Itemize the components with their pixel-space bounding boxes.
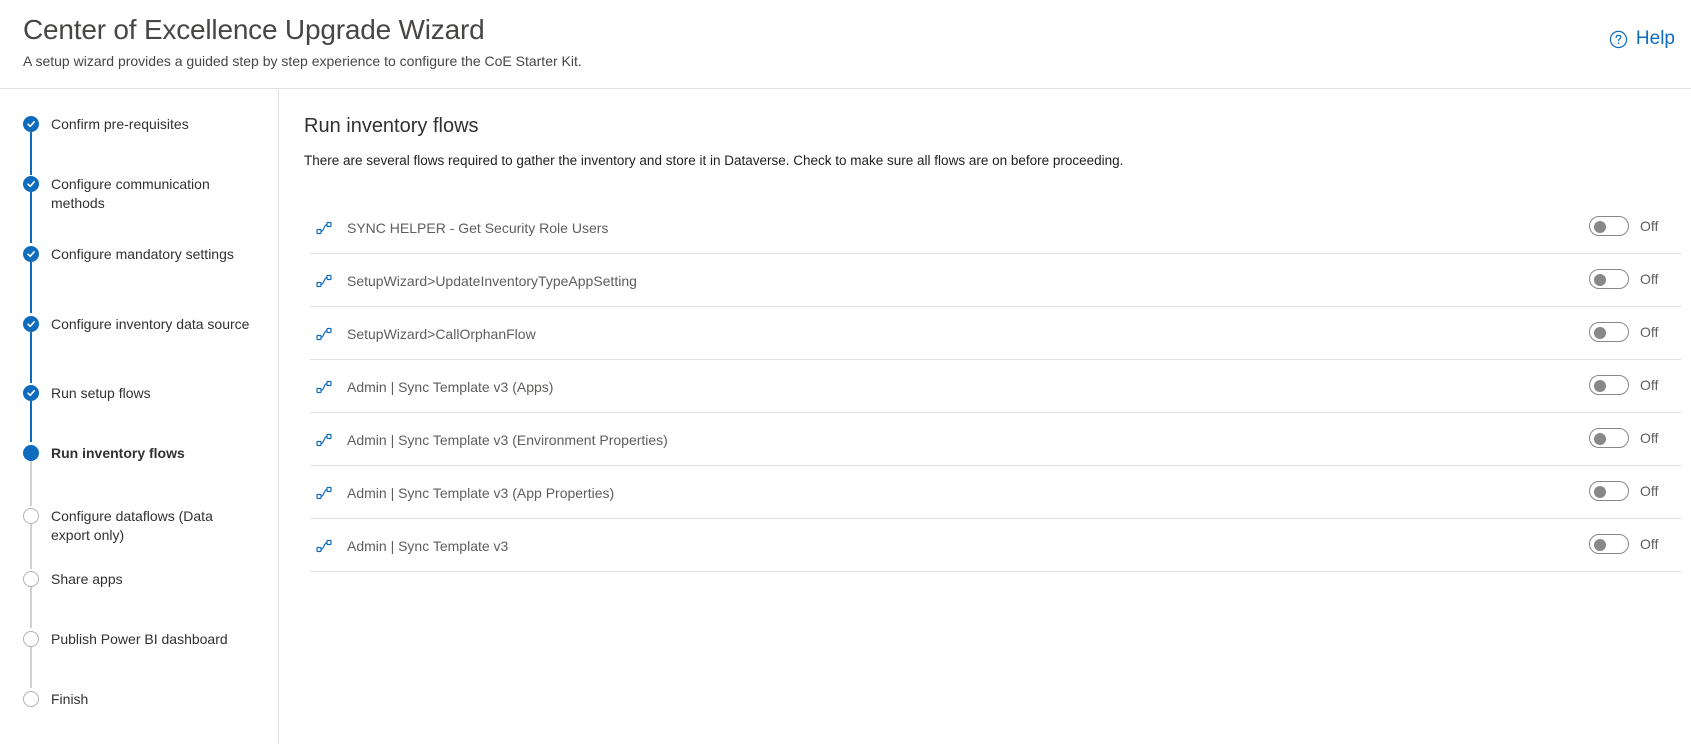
step-connector xyxy=(30,647,32,688)
flow-name: SYNC HELPER - Get Security Role Users xyxy=(347,220,609,236)
page-title: Run inventory flows xyxy=(304,115,479,137)
step-connector xyxy=(30,587,32,628)
flow-toggle[interactable] xyxy=(1589,322,1629,342)
toggle-knob xyxy=(1594,327,1606,339)
flow-row: Admin | Sync Template v3 Off xyxy=(310,519,1681,572)
step-done-check-icon xyxy=(23,385,39,401)
step-label: Configure dataflows (Data export only) xyxy=(51,508,213,543)
flow-name: SetupWizard>UpdateInventoryTypeAppSettin… xyxy=(347,273,637,289)
flow-name: SetupWizard>CallOrphanFlow xyxy=(347,326,536,342)
step-label: Confirm pre-requisites xyxy=(51,116,189,132)
toggle-knob xyxy=(1594,274,1606,286)
wizard-steps-sidebar: Confirm pre-requisites Configure communi… xyxy=(0,90,279,744)
flow-row: SetupWizard>UpdateInventoryTypeAppSettin… xyxy=(310,254,1681,307)
step-pending-circle-icon xyxy=(23,631,39,647)
toggle-knob xyxy=(1594,380,1606,392)
step-pending-circle-icon xyxy=(23,508,39,524)
help-circle-icon xyxy=(1609,30,1628,48)
step-pending-circle-icon xyxy=(23,691,39,707)
step-done-check-icon xyxy=(23,246,39,262)
flow-toggle[interactable] xyxy=(1589,216,1629,236)
toggle-state-label: Off xyxy=(1640,218,1659,234)
flow-toggle[interactable] xyxy=(1589,481,1629,501)
step-pending-circle-icon xyxy=(23,571,39,587)
flow-name: Admin | Sync Template v3 xyxy=(347,538,509,554)
toggle-knob xyxy=(1594,221,1606,233)
app-subtitle: A setup wizard provides a guided step by… xyxy=(23,53,582,69)
flow-icon xyxy=(316,433,332,447)
step-done-check-icon xyxy=(23,316,39,332)
flow-toggle[interactable] xyxy=(1589,534,1629,554)
flow-row: SYNC HELPER - Get Security Role Users Of… xyxy=(310,201,1681,254)
page-description: There are several flows required to gath… xyxy=(304,153,1124,168)
step-connector xyxy=(30,332,32,383)
step-label: Publish Power BI dashboard xyxy=(51,631,228,647)
header: Center of Excellence Upgrade Wizard A se… xyxy=(0,0,1691,89)
step-label: Configure mandatory settings xyxy=(51,246,234,262)
toggle-knob xyxy=(1594,433,1606,445)
help-label: Help xyxy=(1635,28,1675,49)
flow-toggle[interactable] xyxy=(1589,428,1629,448)
step-label: Share apps xyxy=(51,571,123,587)
flow-toggle[interactable] xyxy=(1589,269,1629,289)
step-connector xyxy=(30,461,32,506)
step-done-check-icon xyxy=(23,116,39,132)
toggle-state-label: Off xyxy=(1640,536,1659,552)
toggle-knob xyxy=(1594,539,1606,551)
step-label: Finish xyxy=(51,691,89,707)
app-title: Center of Excellence Upgrade Wizard xyxy=(23,14,485,45)
flow-row: Admin | Sync Template v3 (Apps) Off xyxy=(310,360,1681,413)
flow-icon xyxy=(316,380,332,394)
flow-name: Admin | Sync Template v3 (Apps) xyxy=(347,379,554,395)
flow-toggle[interactable] xyxy=(1589,375,1629,395)
flow-row: SetupWizard>CallOrphanFlow Off xyxy=(310,307,1681,360)
step-label: Run inventory flows xyxy=(51,445,185,461)
flow-list: SYNC HELPER - Get Security Role Users Of… xyxy=(310,201,1681,572)
flow-name: Admin | Sync Template v3 (Environment Pr… xyxy=(347,432,668,448)
step-connector xyxy=(30,132,32,175)
main-content: Run inventory flows There are several fl… xyxy=(279,90,1691,744)
step-label: Run setup flows xyxy=(51,385,151,401)
flow-icon xyxy=(316,221,332,235)
step-connector xyxy=(30,401,32,442)
step-connector xyxy=(30,524,32,569)
flow-icon xyxy=(316,486,332,500)
toggle-state-label: Off xyxy=(1640,377,1659,393)
step-label: Configure inventory data source xyxy=(51,316,250,332)
step-label: Configure communication methods xyxy=(51,176,210,211)
flow-icon xyxy=(316,274,332,288)
step-connector xyxy=(30,192,32,243)
toggle-knob xyxy=(1594,486,1606,498)
flow-icon xyxy=(316,327,332,341)
toggle-state-label: Off xyxy=(1640,483,1659,499)
step-done-check-icon xyxy=(23,176,39,192)
toggle-state-label: Off xyxy=(1640,271,1659,287)
help-link[interactable]: Help xyxy=(1609,28,1675,50)
step-connector xyxy=(30,262,32,313)
toggle-state-label: Off xyxy=(1640,324,1659,340)
step-current-dot-icon xyxy=(23,445,39,461)
flow-row: Admin | Sync Template v3 (App Properties… xyxy=(310,466,1681,519)
flow-icon xyxy=(316,539,332,553)
flow-row: Admin | Sync Template v3 (Environment Pr… xyxy=(310,413,1681,466)
flow-name: Admin | Sync Template v3 (App Properties… xyxy=(347,485,615,501)
toggle-state-label: Off xyxy=(1640,430,1659,446)
